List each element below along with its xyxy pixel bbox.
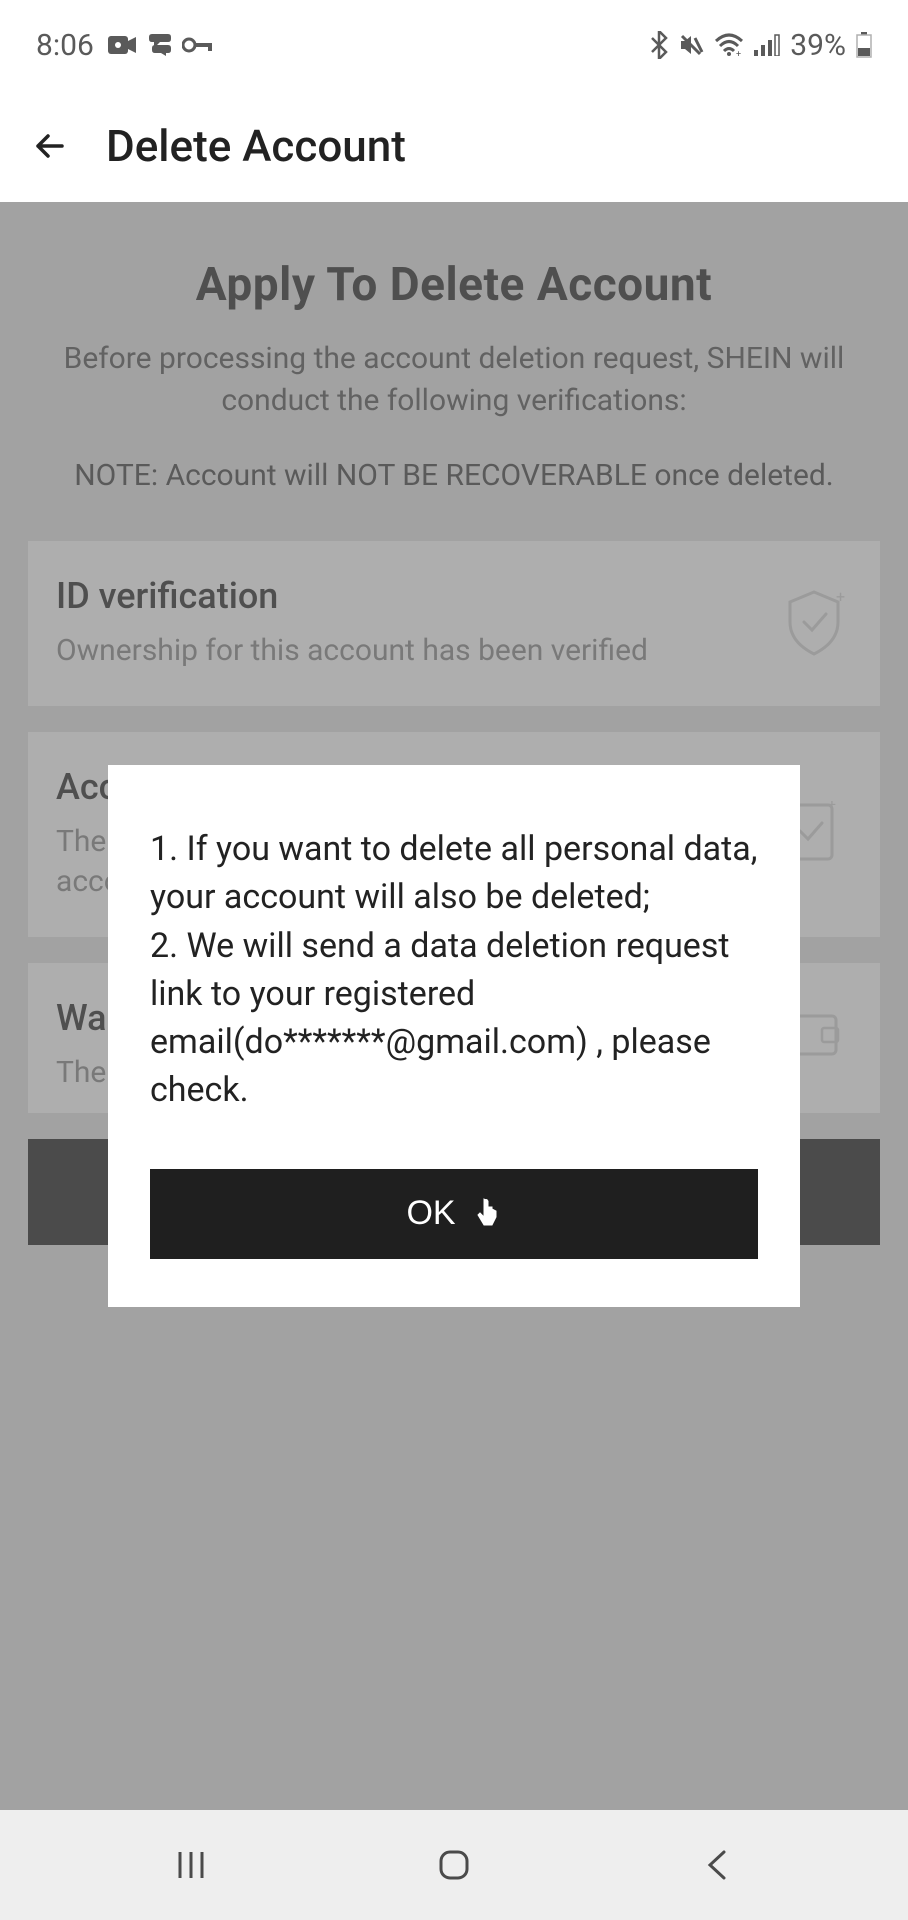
back-arrow-icon[interactable]	[30, 126, 70, 166]
modal-body-text: 1. If you want to delete all personal da…	[150, 825, 758, 1115]
wifi-icon: +	[714, 33, 744, 57]
battery-percent: 39%	[790, 28, 846, 63]
cast-icon	[146, 34, 174, 56]
mute-icon	[678, 32, 704, 58]
back-button[interactable]	[693, 1841, 741, 1889]
page-title: Delete Account	[106, 120, 406, 172]
status-right: + 39%	[650, 28, 872, 63]
modal-line2: 2. We will send a data deletion request …	[150, 926, 730, 1111]
ok-button-label: OK	[406, 1194, 455, 1233]
cursor-icon	[474, 1197, 502, 1231]
confirmation-modal: 1. If you want to delete all personal da…	[108, 765, 800, 1307]
ok-button[interactable]: OK	[150, 1169, 758, 1259]
status-left: 8:06	[36, 28, 214, 63]
bluetooth-icon	[650, 31, 668, 59]
key-icon	[182, 36, 214, 54]
signal-icon	[754, 34, 780, 56]
camera-icon	[108, 34, 138, 56]
svg-text:+: +	[736, 50, 741, 57]
system-nav-bar	[0, 1810, 908, 1920]
home-button[interactable]	[430, 1841, 478, 1889]
status-time: 8:06	[36, 28, 94, 63]
recent-apps-button[interactable]	[167, 1841, 215, 1889]
modal-line1: 1. If you want to delete all personal da…	[150, 829, 757, 917]
battery-icon	[856, 32, 872, 58]
app-header: Delete Account	[0, 90, 908, 202]
status-left-icons	[108, 34, 214, 56]
status-bar: 8:06 + 39%	[0, 0, 908, 90]
